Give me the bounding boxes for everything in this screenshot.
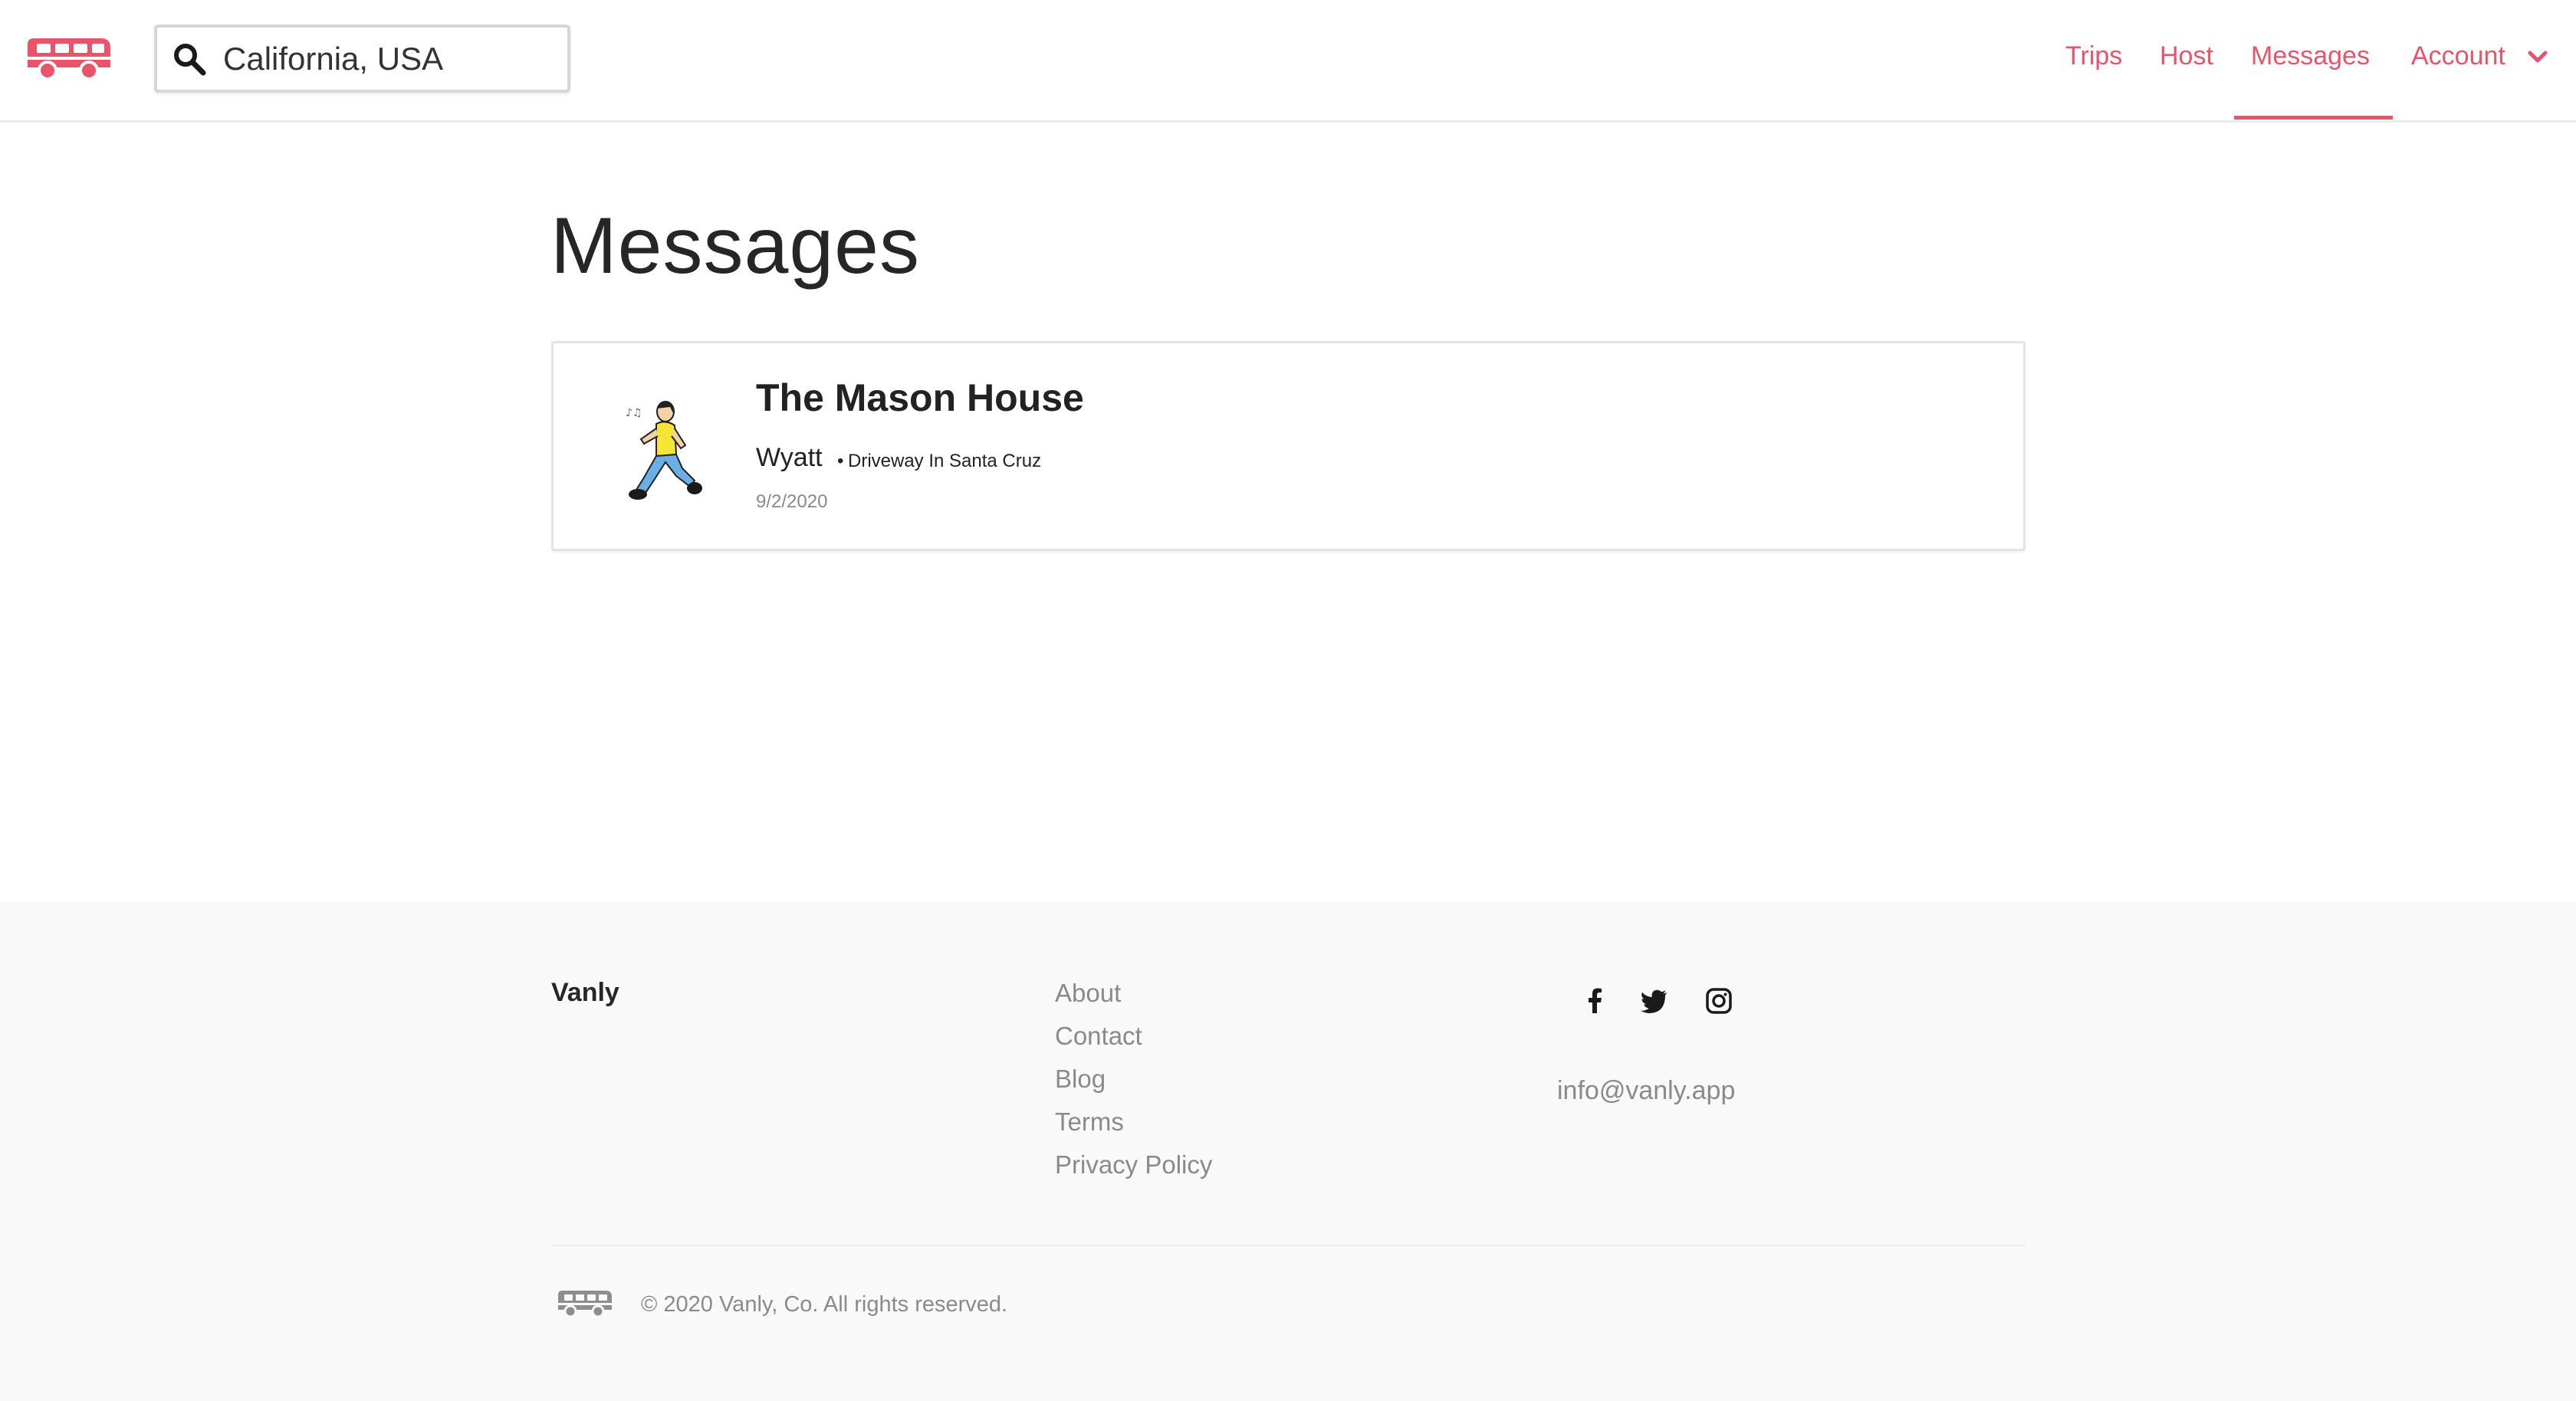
svg-text:♪♫: ♪♫ bbox=[626, 407, 642, 419]
separator-dot: • bbox=[837, 451, 844, 471]
facebook-icon[interactable] bbox=[1579, 986, 1610, 1016]
instagram-icon[interactable] bbox=[1704, 986, 1734, 1016]
nav-trips-link[interactable]: Trips bbox=[2065, 41, 2122, 71]
search-icon bbox=[174, 44, 206, 76]
nav-messages-link[interactable]: Messages bbox=[2251, 41, 2370, 71]
listing-subtitle: Driveway In Santa Cruz bbox=[848, 451, 1042, 471]
twitter-icon[interactable] bbox=[1639, 986, 1670, 1016]
nav-host-link[interactable]: Host bbox=[2160, 41, 2213, 71]
footer-divider bbox=[551, 1245, 2026, 1246]
copyright-text: © 2020 Vanly, Co. All rights reserved. bbox=[641, 1292, 1008, 1317]
footer-link-contact[interactable]: Contact bbox=[1055, 1021, 1212, 1064]
social-links bbox=[1573, 986, 1757, 1016]
page-title: Messages bbox=[550, 202, 920, 290]
chevron-down-icon[interactable] bbox=[2527, 49, 2548, 64]
footer-link-privacy[interactable]: Privacy Policy bbox=[1055, 1150, 1212, 1193]
listing-title[interactable]: The Mason House bbox=[756, 376, 1084, 420]
van-footer-icon bbox=[558, 1291, 612, 1318]
top-nav-bar: Trips Host Messages Account bbox=[0, 0, 2576, 123]
search-input[interactable] bbox=[223, 38, 553, 80]
footer-link-blog[interactable]: Blog bbox=[1055, 1064, 1212, 1107]
active-tab-indicator bbox=[2234, 116, 2393, 120]
message-date: 9/2/2020 bbox=[756, 491, 828, 512]
footer-link-about[interactable]: About bbox=[1055, 978, 1212, 1021]
footer-brand: Vanly bbox=[551, 978, 619, 1007]
location-search[interactable] bbox=[154, 25, 570, 93]
footer: Vanly About Contact Blog Terms Privacy P… bbox=[0, 901, 2576, 1401]
conversation-card[interactable]: ♪♫ The Mason House Wyatt • Driveway In S… bbox=[551, 341, 2026, 551]
van-logo-icon[interactable] bbox=[26, 34, 112, 81]
footer-links: About Contact Blog Terms Privacy Policy bbox=[1055, 978, 1212, 1193]
footer-link-terms[interactable]: Terms bbox=[1055, 1107, 1212, 1150]
host-avatar: ♪♫ bbox=[626, 401, 702, 500]
contact-email[interactable]: info@vanly.app bbox=[1557, 1076, 1735, 1106]
host-name: Wyatt bbox=[756, 443, 823, 472]
nav-account-menu[interactable]: Account bbox=[2411, 41, 2505, 71]
